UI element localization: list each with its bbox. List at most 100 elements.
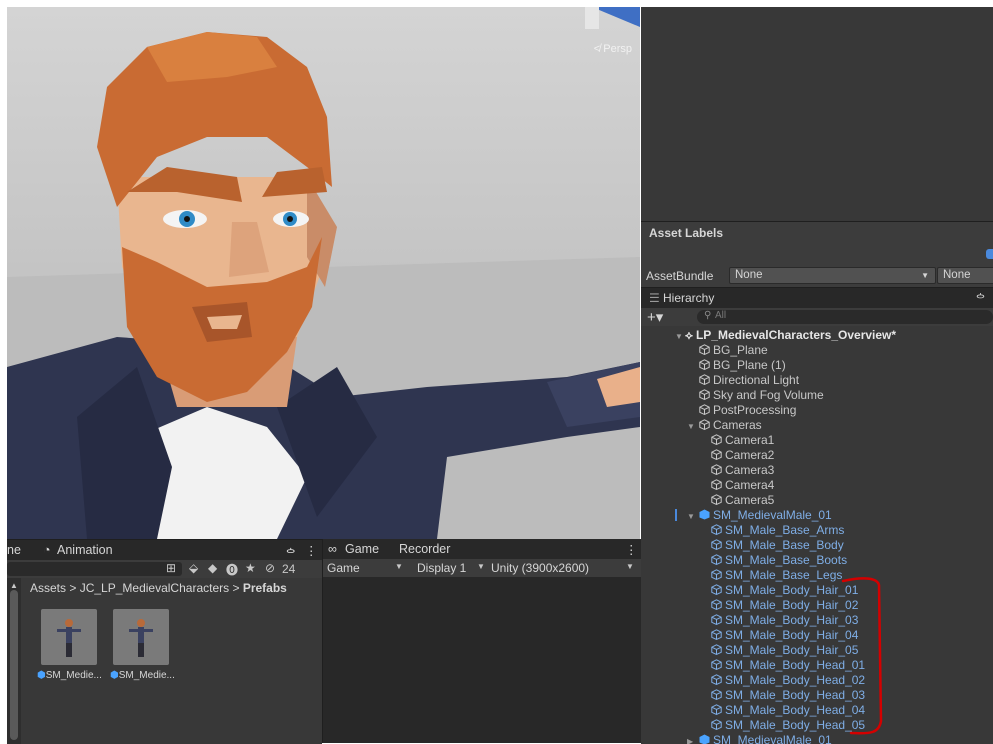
hierarchy-item[interactable]: Camera2 (711, 448, 774, 463)
game-mode-dropdown[interactable]: Game (327, 561, 360, 575)
gameobject-icon (699, 344, 710, 355)
hierarchy-item[interactable]: Camera4 (711, 478, 774, 493)
gameobject-icon (711, 599, 722, 610)
hierarchy-item[interactable]: SM_Male_Base_Body (711, 538, 844, 553)
asset-label[interactable]: ⬢SM_Medie... (110, 670, 175, 681)
eye-slash-icon[interactable]: ⊘ (265, 561, 275, 575)
asset-label-text: SM_Medie... (46, 670, 102, 681)
hierarchy-item[interactable]: SM_Male_Body_Hair_04 (711, 628, 858, 643)
asset-labels-title: Asset Labels (649, 226, 723, 240)
tab-animation[interactable]: Animation (57, 543, 113, 557)
star-icon[interactable]: ★ (245, 561, 256, 575)
gameobject-icon (699, 419, 710, 430)
gameobject-icon (711, 584, 722, 595)
tab-game[interactable]: Game (345, 542, 379, 556)
hierarchy-item[interactable]: Camera1 (711, 433, 774, 448)
hierarchy-item[interactable]: BG_Plane (1) (699, 358, 786, 373)
kebab-menu-icon[interactable]: ⋮ (625, 542, 638, 557)
hierarchy-item[interactable]: BG_Plane (699, 343, 768, 358)
hierarchy-item-label: Sky and Fog Volume (713, 388, 824, 402)
hierarchy-item-label: SM_Male_Body_Hair_03 (725, 613, 858, 627)
lock-icon[interactable]: ᅌ (975, 290, 986, 307)
gameobject-icon (711, 464, 722, 475)
gameobject-icon (711, 554, 722, 565)
hierarchy-item[interactable]: SM_Male_Base_Legs (711, 568, 842, 583)
hierarchy-item-label: Cameras (713, 418, 762, 432)
red-annotation-bracket (841, 571, 891, 741)
chevron-down-icon: ▼ (921, 268, 929, 283)
asset-label[interactable]: ⬢SM_Medie... (37, 670, 102, 681)
hierarchy-item-label: Camera3 (725, 463, 774, 477)
project-toolbar: ⊞ ⬙ ◆ ⓿ ★ ⊘ 24 (7, 560, 322, 578)
display-dropdown[interactable]: Display 1 (417, 561, 466, 575)
hierarchy-item-label: SM_Male_Base_Body (725, 538, 844, 552)
hierarchy-item[interactable]: SM_Male_Body_Hair_05 (711, 643, 858, 658)
chevron-down-icon: ▼ (395, 562, 403, 571)
gamepad-icon: ∞ (328, 542, 337, 556)
project-search-input[interactable] (7, 562, 182, 576)
hierarchy-item-label: SM_MedievalMale_01 (713, 508, 832, 522)
hierarchy-tabbar: ☰ Hierarchy ᅌ (641, 288, 993, 308)
persp-label[interactable]: ≮ Persp (594, 43, 632, 55)
asset-thumbnail[interactable] (41, 609, 97, 665)
project-panel: ne ◔ Animation ᅌ ⋮ ⊞ ⬙ ◆ ⓿ ★ ⊘ 24 ▲ Asse… (7, 539, 322, 744)
label-icon[interactable]: ◆ (208, 561, 217, 575)
tab-recorder[interactable]: Recorder (399, 542, 450, 556)
hierarchy-item[interactable]: SM_Male_Base_Boots (711, 553, 847, 568)
tab-hierarchy[interactable]: Hierarchy (663, 291, 714, 305)
expand-arrow-icon[interactable]: ▼ (687, 419, 699, 434)
breadcrumb-assets[interactable]: Assets (30, 581, 66, 595)
hierarchy-item-label: Camera2 (725, 448, 774, 462)
gameobject-icon (711, 614, 722, 625)
breadcrumb-prefabs[interactable]: Prefabs (243, 581, 287, 595)
labels-icon[interactable] (986, 249, 993, 259)
variant-dropdown[interactable]: None (937, 267, 993, 284)
warning-icon[interactable]: ⓿ (226, 561, 238, 578)
clock-icon: ◔ (43, 543, 51, 557)
hierarchy-item-label: Camera5 (725, 493, 774, 507)
hierarchy-item-label: SM_Male_Body_Hair_02 (725, 598, 858, 612)
add-button[interactable]: +▾ (647, 308, 663, 326)
hierarchy-item[interactable]: SM_Male_Base_Arms (711, 523, 844, 538)
search-input[interactable]: ⚲ All (697, 310, 993, 324)
expand-arrow-icon[interactable]: ▼ (675, 329, 685, 344)
hierarchy-item[interactable]: ▶SM_MedievalMale_01 (699, 733, 832, 744)
resolution-dropdown[interactable]: Unity (3900x2600) (491, 561, 589, 575)
folder-scrollbar[interactable] (7, 578, 21, 744)
assetbundle-dropdown[interactable]: None ▼ (729, 267, 936, 284)
hierarchy-item[interactable]: SM_Male_Body_Hair_03 (711, 613, 858, 628)
character-render (7, 7, 640, 539)
hierarchy-item[interactable]: Directional Light (699, 373, 799, 388)
hamburger-icon: ☰ (649, 291, 660, 305)
project-tabbar: ne ◔ Animation ᅌ ⋮ (7, 540, 322, 560)
asset-label-text: SM_Medie... (119, 670, 175, 681)
hierarchy-item-label: Directional Light (713, 373, 799, 387)
gameobject-icon (699, 374, 710, 385)
hierarchy-item[interactable]: Camera3 (711, 463, 774, 478)
filter-type-icon[interactable]: ⬙ (189, 561, 198, 575)
asset-thumbnail[interactable] (113, 609, 169, 665)
hierarchy-toolbar: +▾ ⚲ All (641, 308, 993, 326)
unity-scene-icon: ⟡ (685, 328, 693, 342)
gameobject-icon (711, 644, 722, 655)
hierarchy-item[interactable]: ▼SM_MedievalMale_01 (699, 508, 832, 523)
hierarchy-item[interactable]: SM_Male_Body_Hair_02 (711, 598, 858, 613)
hierarchy-item[interactable]: Camera5 (711, 493, 774, 508)
kebab-menu-icon[interactable]: ⋮ (305, 543, 318, 558)
save-search-icon[interactable]: ⊞ (166, 561, 176, 575)
game-tabbar: ∞ Game Recorder ⋮ (323, 539, 641, 559)
game-panel: ∞ Game Recorder ⋮ Game ▼ Display 1 ▼ Uni… (322, 539, 641, 743)
tab-partial[interactable]: ne (7, 543, 21, 557)
expand-arrow-icon[interactable]: ▼ (687, 509, 699, 524)
hierarchy-item[interactable]: ▼Cameras (699, 418, 762, 433)
hidden-count: 24 (282, 562, 295, 576)
scroll-up-icon[interactable]: ▲ (10, 581, 18, 590)
hierarchy-item[interactable]: Sky and Fog Volume (699, 388, 824, 403)
scene-root[interactable]: ▼⟡LP_MedievalCharacters_Overview* (675, 328, 896, 343)
scene-view[interactable]: ≮ Persp (7, 7, 640, 539)
breadcrumb-folder[interactable]: JC_LP_MedievalCharacters (80, 581, 229, 595)
breadcrumb-sep: > (232, 581, 239, 595)
game-toolbar: Game ▼ Display 1 ▼ Unity (3900x2600) ▼ (323, 559, 641, 577)
hierarchy-item[interactable]: SM_Male_Body_Hair_01 (711, 583, 858, 598)
hierarchy-item[interactable]: PostProcessing (699, 403, 796, 418)
